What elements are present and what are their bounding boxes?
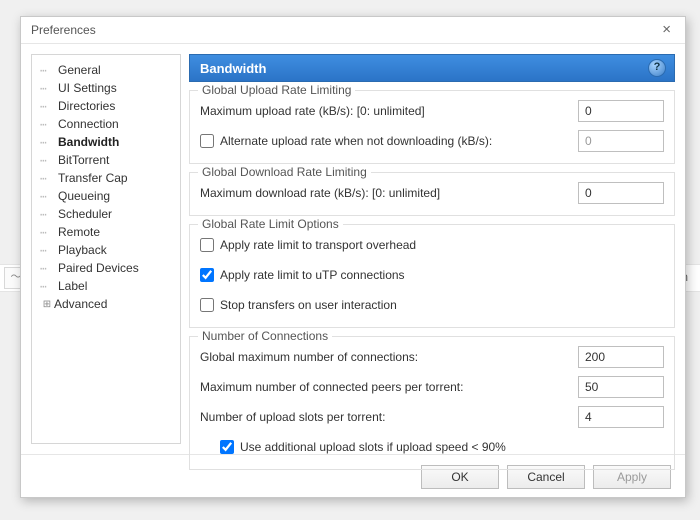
global-connections-label: Global maximum number of connections: [200,350,578,364]
alt-upload-checkbox[interactable] [200,134,214,148]
max-download-input[interactable] [578,182,664,204]
nav-item-advanced[interactable]: ⊞Advanced [36,295,176,313]
nav-item-general[interactable]: ⋯ General [36,61,176,79]
nav-label: UI Settings [58,81,117,95]
expand-icon[interactable]: ⊞ [40,299,54,310]
group-title: Number of Connections [198,329,332,343]
utp-label: Apply rate limit to uTP connections [220,268,405,282]
preferences-dialog: Preferences × ⋯ General⋯ UI Settings⋯ Di… [20,16,686,498]
nav-item-queueing[interactable]: ⋯ Queueing [36,187,176,205]
nav-item-remote[interactable]: ⋯ Remote [36,223,176,241]
tree-branch-icon: ⋯ [40,244,58,257]
tree-branch-icon: ⋯ [40,208,58,221]
tree-branch-icon: ⋯ [40,64,58,77]
group-connections: Number of Connections Global maximum num… [189,336,675,470]
tree-branch-icon: ⋯ [40,100,58,113]
nav-item-transfer-cap[interactable]: ⋯ Transfer Cap [36,169,176,187]
panel-header: Bandwidth ? [189,54,675,82]
tree-branch-icon: ⋯ [40,136,58,149]
nav-label: Directories [58,99,115,113]
tree-branch-icon: ⋯ [40,118,58,131]
tree-branch-icon: ⋯ [40,154,58,167]
nav-label: General [58,63,101,77]
nav-item-directories[interactable]: ⋯ Directories [36,97,176,115]
max-upload-input[interactable] [578,100,664,122]
group-title: Global Rate Limit Options [198,217,343,231]
nav-item-paired-devices[interactable]: ⋯ Paired Devices [36,259,176,277]
group-title: Global Upload Rate Limiting [198,83,355,97]
peers-per-torrent-input[interactable] [578,376,664,398]
tree-branch-icon: ⋯ [40,226,58,239]
nav-label: Connection [58,117,119,131]
category-tree[interactable]: ⋯ General⋯ UI Settings⋯ Directories⋯ Con… [31,54,181,444]
panel-title: Bandwidth [200,61,266,76]
nav-item-ui-settings[interactable]: ⋯ UI Settings [36,79,176,97]
nav-label: Transfer Cap [58,171,128,185]
nav-label: Remote [58,225,100,239]
nav-item-bandwidth[interactable]: ⋯ Bandwidth [36,133,176,151]
group-rate-options: Global Rate Limit Options Apply rate lim… [189,224,675,328]
nav-label: Bandwidth [58,135,119,149]
nav-label: Playback [58,243,107,257]
titlebar: Preferences × [21,17,685,44]
stop-checkbox[interactable] [200,298,214,312]
global-connections-input[interactable] [578,346,664,368]
nav-label: BitTorrent [58,153,109,167]
nav-item-playback[interactable]: ⋯ Playback [36,241,176,259]
utp-checkbox[interactable] [200,268,214,282]
overhead-checkbox[interactable] [200,238,214,252]
upload-slots-label: Number of upload slots per torrent: [200,410,578,424]
alt-upload-input [578,130,664,152]
tree-branch-icon: ⋯ [40,190,58,203]
tree-branch-icon: ⋯ [40,82,58,95]
nav-label: Queueing [58,189,110,203]
group-download-rate: Global Download Rate Limiting Maximum do… [189,172,675,216]
nav-item-label[interactable]: ⋯ Label [36,277,176,295]
stop-label: Stop transfers on user interaction [220,298,397,312]
overhead-label: Apply rate limit to transport overhead [220,238,416,252]
extra-slots-checkbox[interactable] [220,440,234,454]
settings-panel: Bandwidth ? Global Upload Rate Limiting … [189,54,675,444]
extra-slots-label: Use additional upload slots if upload sp… [240,440,506,454]
tree-branch-icon: ⋯ [40,280,58,293]
max-download-label: Maximum download rate (kB/s): [0: unlimi… [200,186,578,200]
close-icon[interactable]: × [654,17,679,43]
group-upload-rate: Global Upload Rate Limiting Maximum uplo… [189,90,675,164]
nav-item-bittorrent[interactable]: ⋯ BitTorrent [36,151,176,169]
tree-branch-icon: ⋯ [40,172,58,185]
upload-slots-input[interactable] [578,406,664,428]
nav-item-scheduler[interactable]: ⋯ Scheduler [36,205,176,223]
help-icon[interactable]: ? [648,59,666,77]
tree-branch-icon: ⋯ [40,262,58,275]
nav-label: Scheduler [58,207,112,221]
peers-per-torrent-label: Maximum number of connected peers per to… [200,380,578,394]
nav-label: Label [58,279,87,293]
max-upload-label: Maximum upload rate (kB/s): [0: unlimite… [200,104,578,118]
nav-item-connection[interactable]: ⋯ Connection [36,115,176,133]
nav-label: Advanced [54,297,107,311]
nav-label: Paired Devices [58,261,139,275]
group-title: Global Download Rate Limiting [198,165,371,179]
alt-upload-label: Alternate upload rate when not downloadi… [220,134,578,148]
window-title: Preferences [31,23,96,37]
